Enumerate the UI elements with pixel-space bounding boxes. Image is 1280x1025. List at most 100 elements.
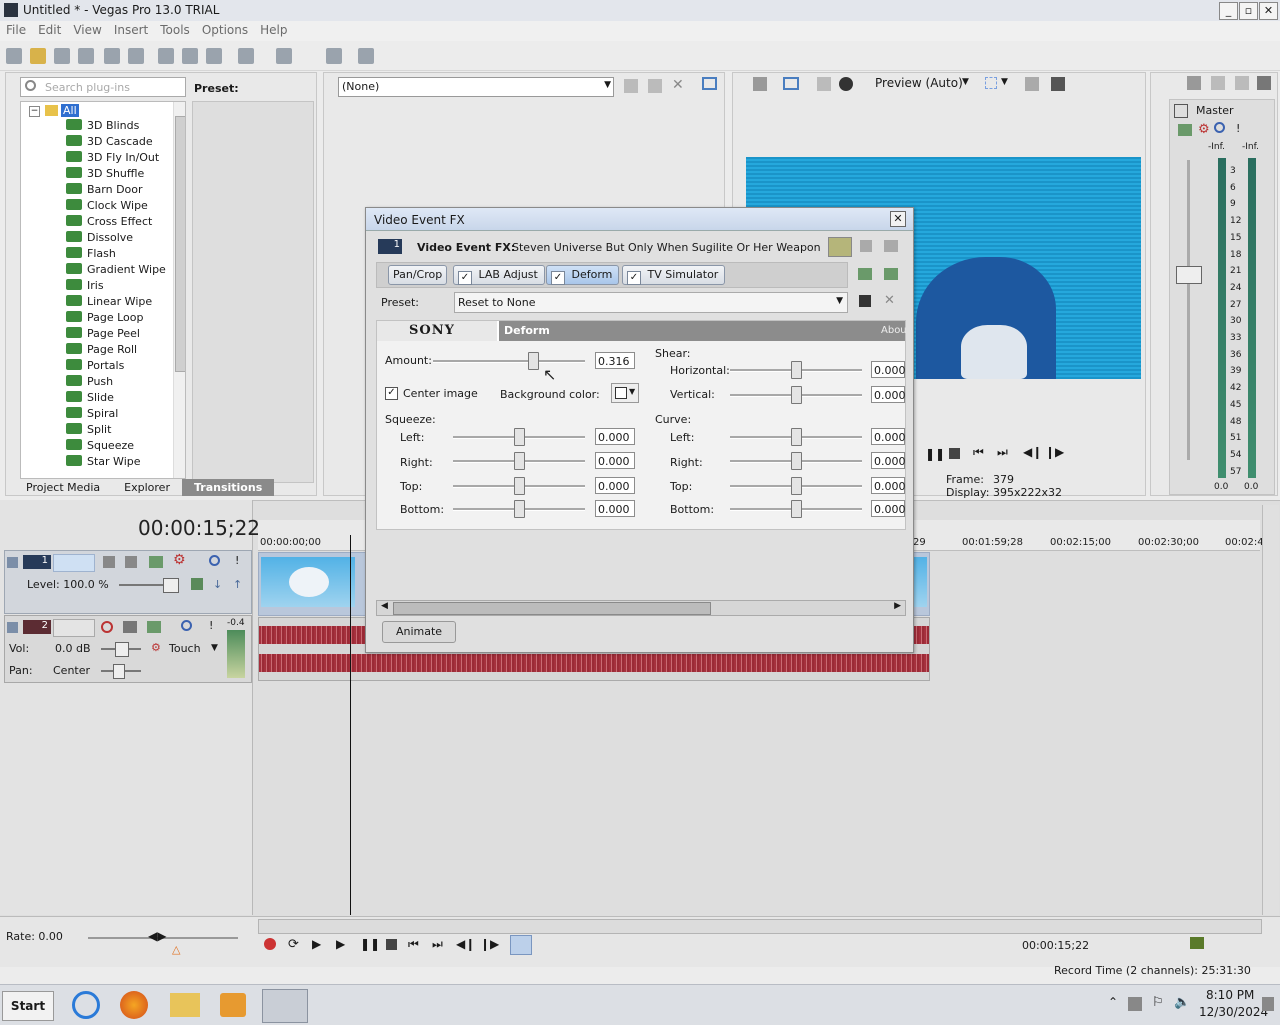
remove-plugin-icon[interactable]: [884, 268, 898, 280]
plugin-item[interactable]: Push: [66, 375, 113, 391]
chevron-down-icon[interactable]: ▼: [1001, 77, 1008, 87]
plugin-item[interactable]: 3D Fly In/Out: [66, 151, 159, 167]
chain-item-deform[interactable]: ✓ Deform: [546, 265, 620, 285]
properties-tool-icon[interactable]: [326, 48, 342, 64]
curve-left-thumb[interactable]: [791, 428, 802, 446]
search-input[interactable]: Search plug-ins: [45, 81, 130, 94]
add-plugin-icon[interactable]: [858, 268, 872, 280]
plugin-item[interactable]: Cross Effect: [66, 215, 152, 231]
playhead-cursor[interactable]: [350, 535, 351, 915]
plugin-item[interactable]: Squeeze: [66, 439, 134, 455]
shear-vertical-thumb[interactable]: [791, 386, 802, 404]
plugin-item[interactable]: 3D Blinds: [66, 119, 139, 135]
solo-icon[interactable]: !: [235, 554, 239, 567]
shear-horizontal-input[interactable]: 0.000: [871, 361, 906, 378]
play-from-start-icon[interactable]: ▶: [312, 937, 321, 951]
next-frame-icon[interactable]: ❙▶: [480, 937, 499, 951]
chain-item-tv-simulator[interactable]: ✓ TV Simulator: [622, 265, 726, 285]
plugin-item[interactable]: Gradient Wipe: [66, 263, 166, 279]
save-snapshot-icon[interactable]: [1051, 77, 1065, 91]
tab-explorer[interactable]: Explorer: [112, 479, 182, 496]
clock-time[interactable]: 8:10 PM: [1206, 988, 1254, 1002]
amount-slider-track[interactable]: [433, 360, 585, 363]
clock-date[interactable]: 12/30/2024: [1199, 1005, 1268, 1019]
plugin-item[interactable]: Page Loop: [66, 311, 144, 327]
plugin-item[interactable]: Spiral: [66, 407, 118, 423]
curve-left-input[interactable]: 0.000: [871, 428, 906, 445]
split-screen-icon[interactable]: [817, 77, 831, 91]
tree-scrollbar[interactable]: [173, 102, 185, 478]
squeeze-right-input[interactable]: 0.000: [595, 452, 635, 469]
checkmark-icon[interactable]: ✓: [627, 271, 641, 285]
chain-item-pan-crop[interactable]: Pan/Crop: [388, 265, 448, 285]
pause-icon[interactable]: ❚❚: [925, 447, 945, 461]
curve-bottom-thumb[interactable]: [791, 500, 802, 518]
save-preset-icon[interactable]: [859, 295, 871, 307]
plugin-item[interactable]: Linear Wipe: [66, 295, 152, 311]
redo-icon[interactable]: [276, 48, 292, 64]
notification-icon[interactable]: [1262, 997, 1274, 1011]
chain-item-lab-adjust[interactable]: ✓ LAB Adjust: [453, 265, 545, 285]
plugin-item[interactable]: Portals: [66, 359, 124, 375]
chain-grid-icon[interactable]: [884, 240, 898, 252]
plugin-item[interactable]: Clock Wipe: [66, 199, 148, 215]
invert-phase-icon[interactable]: [123, 621, 137, 633]
shear-horizontal-thumb[interactable]: [791, 361, 802, 379]
dialog-horizontal-scrollbar[interactable]: ◀ ▶: [376, 600, 906, 616]
overlays-icon[interactable]: [985, 77, 997, 89]
mute-icon[interactable]: [209, 555, 220, 566]
automation-mode[interactable]: Touch: [169, 642, 201, 655]
squeeze-right-thumb[interactable]: [514, 452, 525, 470]
start-button[interactable]: Start: [2, 991, 54, 1021]
plugin-item[interactable]: Dissolve: [66, 231, 133, 247]
go-to-end-icon[interactable]: ⏭: [432, 937, 443, 952]
rate-reset-icon[interactable]: △: [172, 943, 180, 956]
squeeze-bottom-thumb[interactable]: [514, 500, 525, 518]
tab-transitions[interactable]: Transitions: [181, 479, 275, 496]
menu-file[interactable]: File: [0, 21, 32, 37]
go-to-start-icon[interactable]: ⏮: [408, 937, 419, 952]
about-link[interactable]: Abou: [881, 325, 907, 336]
solo-icon[interactable]: !: [209, 619, 213, 632]
plugin-item[interactable]: 3D Cascade: [66, 135, 153, 151]
normal-edit-tool-icon[interactable]: [510, 935, 532, 955]
step-back-icon[interactable]: ◀❙: [1023, 445, 1042, 459]
vegas-taskbar-button[interactable]: [262, 989, 308, 1023]
gear-icon[interactable]: ⚙: [1198, 122, 1210, 137]
menu-options[interactable]: Options: [196, 21, 254, 37]
animate-button[interactable]: Animate: [382, 621, 456, 643]
fx-chain-icon[interactable]: [648, 79, 662, 93]
play-icon[interactable]: ▶: [336, 937, 345, 951]
tree-scrollbar-thumb[interactable]: [175, 116, 185, 372]
vol-slider-thumb[interactable]: [115, 642, 129, 657]
mixer-properties-icon[interactable]: [1187, 76, 1201, 90]
amount-input[interactable]: 0.316: [595, 352, 635, 369]
master-fader-thumb[interactable]: [1176, 266, 1202, 284]
plugin-item[interactable]: Barn Door: [66, 183, 143, 199]
timecode-display[interactable]: 00:00:15;22: [138, 516, 260, 540]
composite-mode-icon[interactable]: [103, 556, 115, 568]
open-icon[interactable]: [30, 48, 46, 64]
amount-slider-thumb[interactable]: [528, 352, 540, 370]
copy-icon[interactable]: [182, 48, 198, 64]
move-up-icon[interactable]: ↑: [233, 578, 242, 591]
next-frame-icon[interactable]: ⏭: [997, 445, 1008, 460]
motion-icon[interactable]: [125, 556, 137, 568]
chevron-down-icon[interactable]: ▼: [211, 643, 218, 653]
plugin-item[interactable]: Flash: [66, 247, 116, 263]
squeeze-left-thumb[interactable]: [514, 428, 525, 446]
flag-icon[interactable]: ⚐: [1152, 995, 1164, 1010]
pan-slider-thumb[interactable]: [113, 664, 125, 679]
squeeze-top-thumb[interactable]: [514, 477, 525, 495]
preview-fx-icon[interactable]: [839, 77, 853, 91]
arm-record-icon[interactable]: [101, 621, 113, 633]
track-fx-icon[interactable]: [149, 556, 163, 568]
mute-icon[interactable]: [1214, 122, 1225, 133]
loop-icon[interactable]: ⟳: [288, 937, 299, 952]
save-icon[interactable]: [54, 48, 70, 64]
checkmark-icon[interactable]: ✓: [458, 271, 472, 285]
undo-icon[interactable]: [238, 48, 254, 64]
squeeze-bottom-input[interactable]: 0.000: [595, 500, 635, 517]
dialog-titlebar[interactable]: Video Event FX ✕: [366, 208, 913, 231]
gear-icon[interactable]: ⚙: [151, 641, 161, 654]
